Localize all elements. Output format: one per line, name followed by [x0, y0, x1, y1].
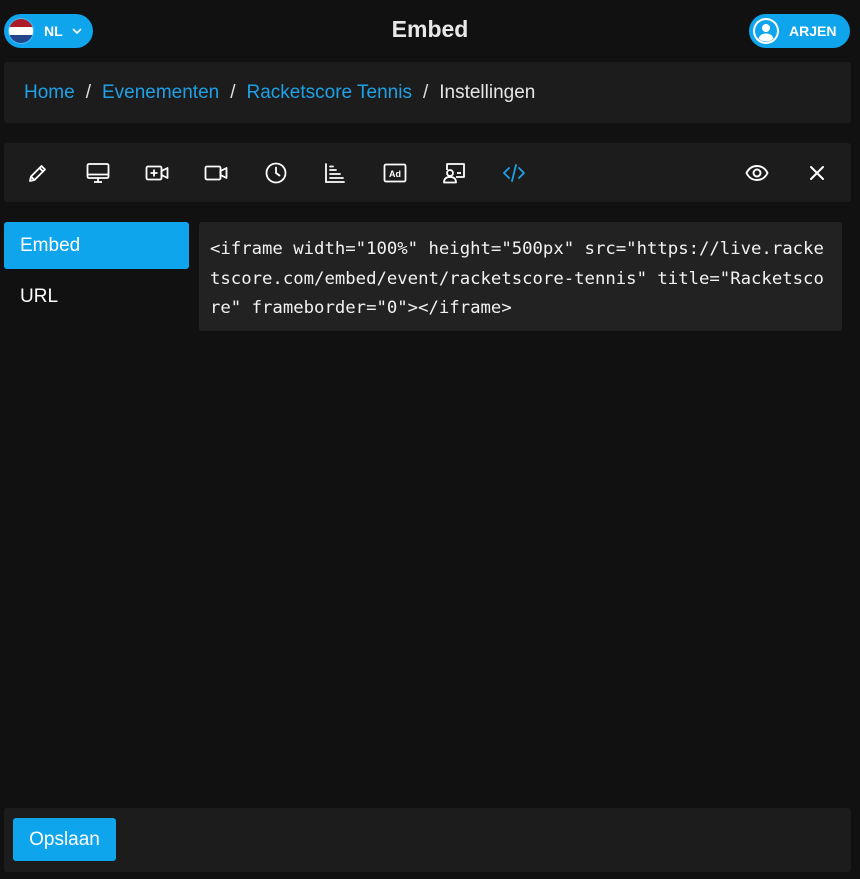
- code-icon[interactable]: [498, 157, 530, 189]
- presenter-icon[interactable]: [438, 157, 470, 189]
- user-name: ARJEN: [789, 23, 837, 39]
- sidebar-item-embed[interactable]: Embed: [4, 222, 189, 269]
- save-button[interactable]: Opslaan: [13, 818, 116, 861]
- eye-icon[interactable]: [741, 157, 773, 189]
- monitor-icon[interactable]: [82, 157, 114, 189]
- ad-icon[interactable]: Ad: [379, 157, 411, 189]
- close-icon[interactable]: [801, 157, 833, 189]
- page-title: Embed: [391, 16, 469, 42]
- breadcrumb-event[interactable]: Racketscore Tennis: [247, 82, 412, 104]
- header: NL Embed ARJEN: [0, 0, 860, 62]
- svg-text:Ad: Ad: [389, 169, 401, 179]
- video-add-icon[interactable]: [141, 157, 173, 189]
- breadcrumb-home[interactable]: Home: [24, 82, 75, 104]
- breadcrumb: Home / Evenementen / Racketscore Tennis …: [4, 62, 851, 123]
- breadcrumb-separator: /: [422, 81, 429, 103]
- breadcrumb-separator: /: [230, 81, 236, 103]
- breadcrumb-current: Instellingen: [439, 81, 536, 103]
- user-avatar-icon: [753, 18, 779, 44]
- breadcrumb-separator: /: [85, 81, 91, 103]
- pencil-icon[interactable]: [22, 157, 54, 189]
- clock-icon[interactable]: [260, 157, 292, 189]
- chart-icon[interactable]: [319, 157, 351, 189]
- breadcrumb-events[interactable]: Evenementen: [102, 82, 219, 104]
- sidebar-item-url[interactable]: URL: [4, 273, 189, 320]
- user-menu-button[interactable]: ARJEN: [749, 14, 850, 48]
- footer-bar: Opslaan: [4, 808, 851, 872]
- toolbar: Ad: [4, 143, 851, 202]
- embed-code-block[interactable]: <iframe width="100%" height="500px" src=…: [199, 222, 842, 331]
- video-icon[interactable]: [200, 157, 232, 189]
